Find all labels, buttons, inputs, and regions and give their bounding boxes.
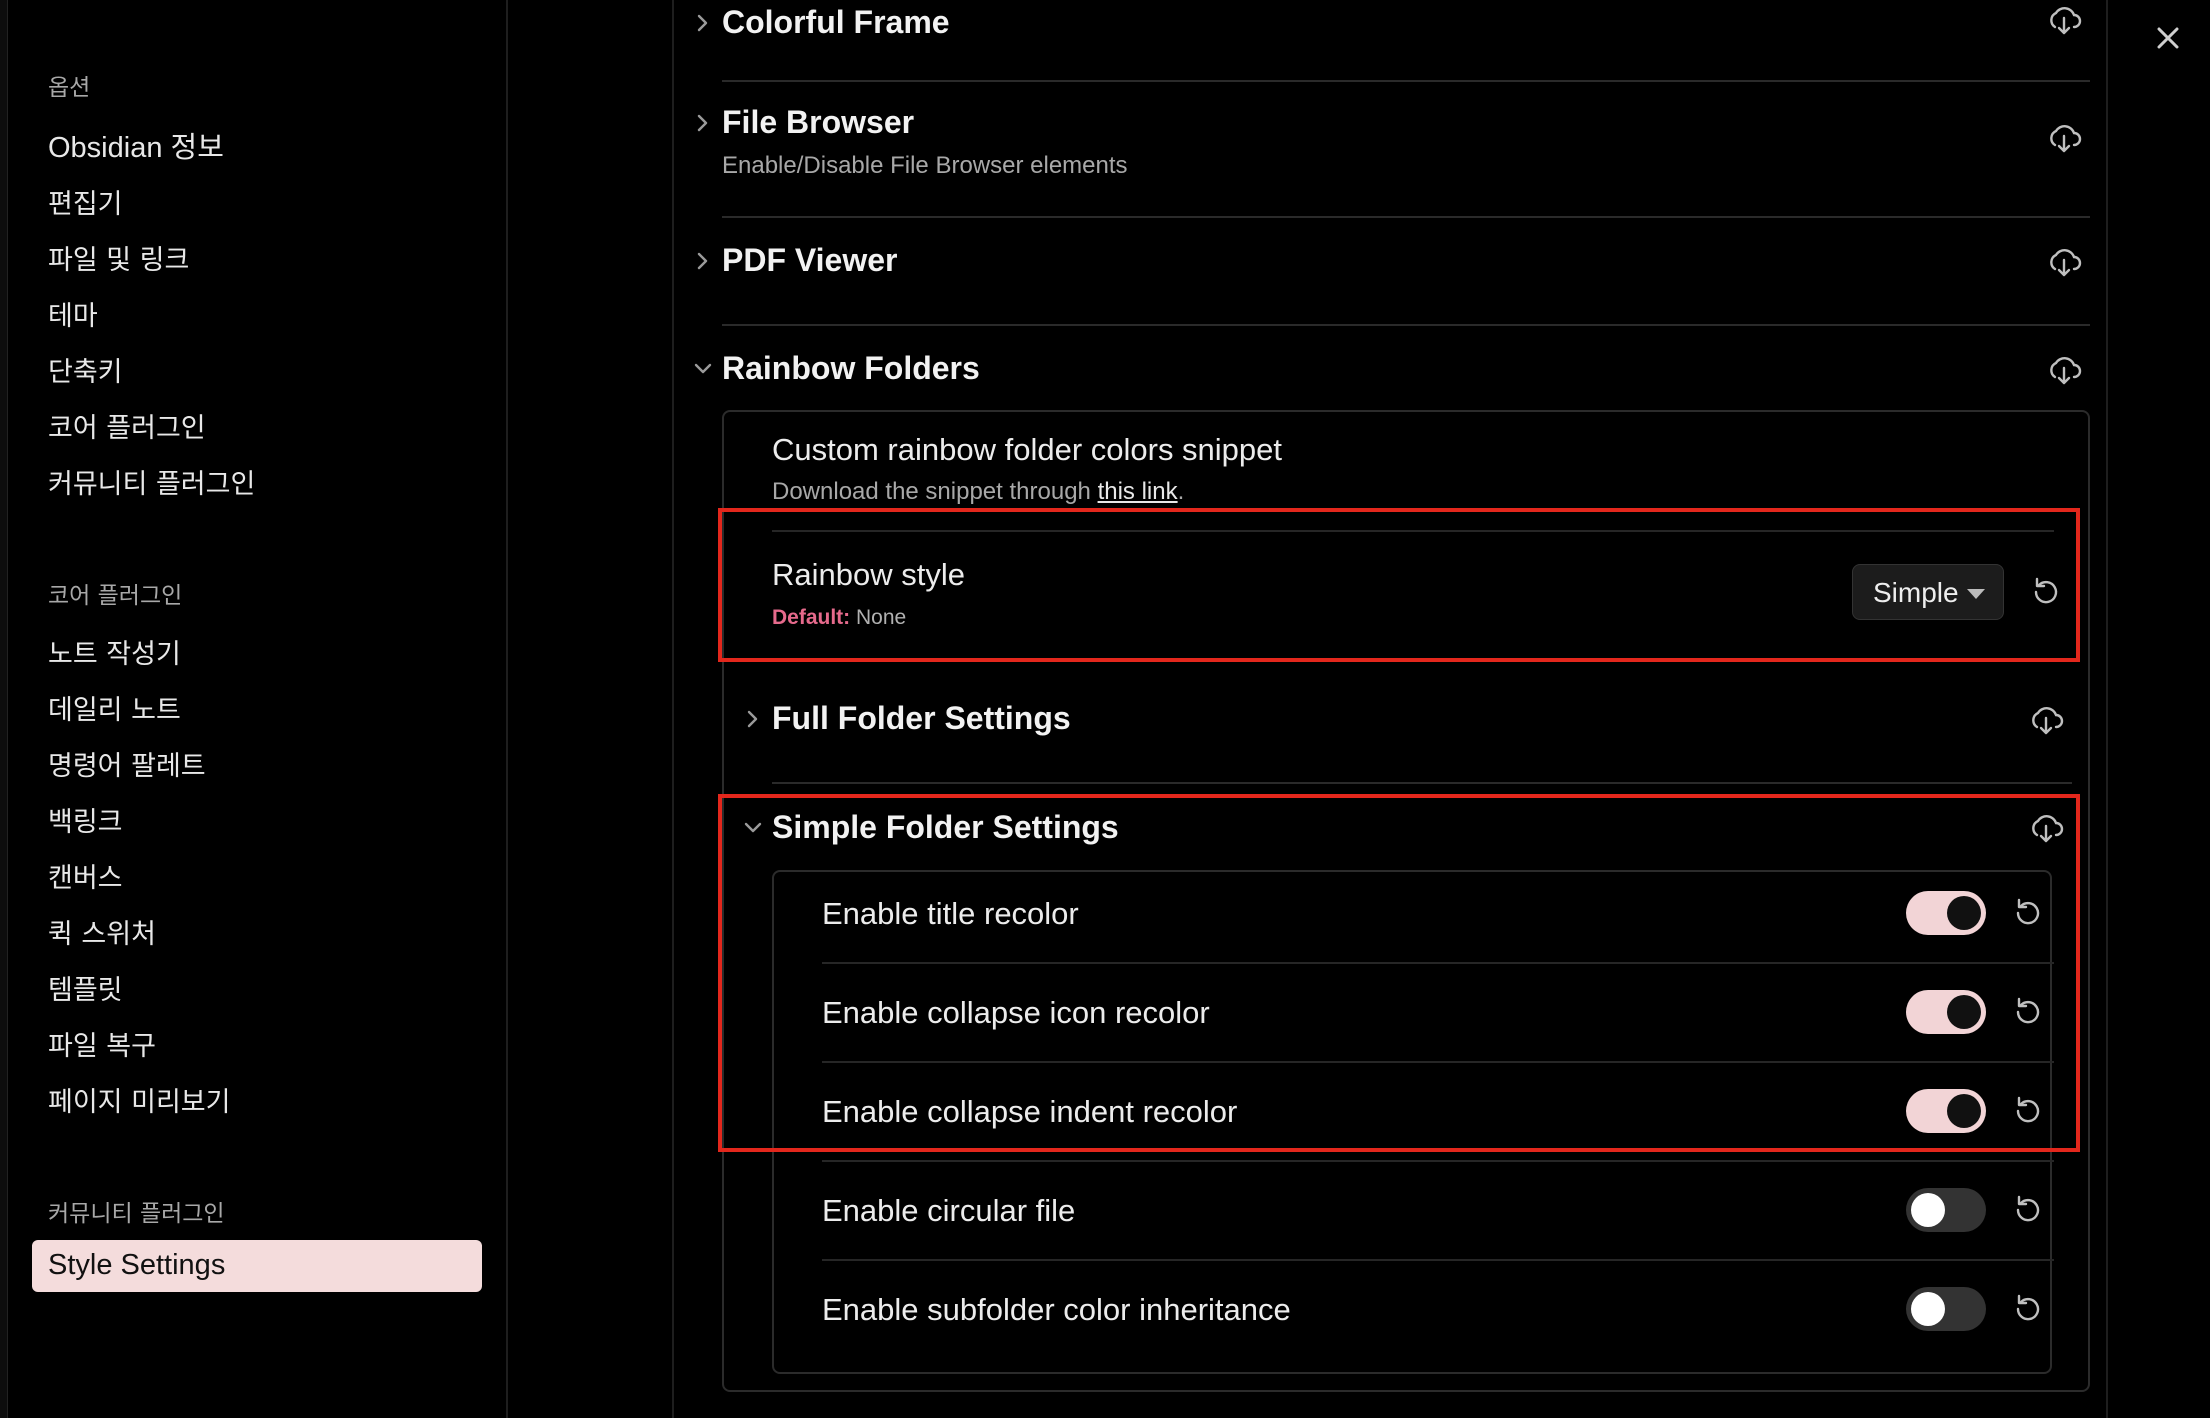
toggle-knob — [1911, 1193, 1945, 1227]
section-title: Rainbow Folders — [722, 350, 980, 386]
rainbow-style-select[interactable]: Simple — [1852, 564, 2004, 620]
section-divider — [722, 324, 2090, 326]
section-title: Simple Folder Settings — [772, 809, 1119, 845]
setting-circular-file: Enable circular file — [822, 1193, 1076, 1228]
setting-default: Default: None — [772, 606, 906, 630]
section-simple-folder-settings[interactable]: Simple Folder Settings — [740, 809, 2070, 875]
chevron-right-icon — [697, 252, 708, 270]
sidebar-item-community-plugins[interactable]: 커뮤니티 플러그인 — [48, 462, 255, 501]
section-colorful-frame[interactable]: Colorful Frame — [690, 4, 2090, 70]
sidebar-item-theme[interactable]: 테마 — [48, 294, 98, 333]
sidebar-item-hotkeys[interactable]: 단축키 — [48, 350, 123, 389]
cloud-download-icon[interactable] — [2026, 700, 2066, 740]
section-pdf-viewer[interactable]: PDF Viewer — [690, 242, 2090, 308]
cloud-download-icon[interactable] — [2044, 242, 2084, 282]
sidebar-item-file-recovery[interactable]: 파일 복구 — [48, 1024, 156, 1063]
sidebar-edge — [0, 0, 8, 1418]
setting-title-recolor: Enable title recolor — [822, 896, 1079, 931]
section-description: Enable/Disable File Browser elements — [722, 152, 1128, 179]
setting-snippet-description: Download the snippet through this link. — [772, 478, 1184, 506]
cloud-download-icon[interactable] — [2044, 0, 2084, 40]
reset-icon[interactable] — [2010, 1192, 2046, 1228]
row-divider — [822, 1160, 2054, 1162]
sidebar-item-canvas[interactable]: 캔버스 — [48, 856, 123, 895]
chevron-right-icon — [697, 114, 708, 132]
cloud-download-icon[interactable] — [2044, 350, 2084, 390]
toggle-knob — [1947, 995, 1981, 1029]
chevron-right-icon — [747, 710, 758, 728]
sidebar-item-daily-notes[interactable]: 데일리 노트 — [48, 688, 181, 727]
section-title: Colorful Frame — [722, 4, 950, 40]
collapse-indent-recolor-toggle[interactable] — [1906, 1089, 1986, 1133]
sidebar-item-backlinks[interactable]: 백링크 — [48, 800, 123, 839]
content-left-border — [672, 0, 674, 1418]
setting-collapse-icon-recolor: Enable collapse icon recolor — [822, 995, 1210, 1030]
sidebar-group-title-core-plugins: 코어 플러그인 — [48, 583, 183, 609]
snippet-link[interactable]: this link — [1098, 478, 1178, 505]
sidebar-item-note-composer[interactable]: 노트 작성기 — [48, 632, 181, 671]
reset-icon[interactable] — [2010, 895, 2046, 931]
setting-snippet-title: Custom rainbow folder colors snippet — [772, 432, 1283, 467]
sidebar-item-style-settings[interactable]: Style Settings — [32, 1240, 482, 1292]
default-value: None — [856, 606, 907, 629]
toggle-knob — [1947, 896, 1981, 930]
sidebar-item-core-plugins[interactable]: 코어 플러그인 — [48, 406, 206, 445]
close-icon[interactable] — [2150, 20, 2186, 56]
section-divider — [772, 782, 2072, 784]
reset-icon[interactable] — [2028, 574, 2064, 610]
sidebar-item-about[interactable]: Obsidian 정보 — [48, 124, 224, 166]
sidebar-item-quick-switcher[interactable]: 퀵 스위처 — [48, 912, 156, 951]
reset-icon[interactable] — [2010, 1291, 2046, 1327]
setting-collapse-indent-recolor: Enable collapse indent recolor — [822, 1094, 1238, 1129]
reset-icon[interactable] — [2010, 994, 2046, 1030]
sidebar-group-title-options: 옵션 — [48, 75, 91, 101]
setting-rainbow-style: Rainbow style — [772, 557, 965, 592]
collapse-icon-recolor-toggle[interactable] — [1906, 990, 1986, 1034]
row-divider — [822, 1259, 2054, 1261]
setting-subfolder-color-inheritance: Enable subfolder color inheritance — [822, 1292, 1291, 1327]
reset-icon[interactable] — [2010, 1093, 2046, 1129]
setting-divider — [772, 530, 2054, 532]
content-right-border — [2106, 0, 2108, 1418]
section-title: File Browser — [722, 104, 915, 140]
subfolder-color-inheritance-toggle[interactable] — [1906, 1287, 1986, 1331]
section-file-browser[interactable]: File Browser Enable/Disable File Browser… — [690, 104, 2090, 179]
section-full-folder-settings[interactable]: Full Folder Settings — [740, 700, 2070, 766]
sidebar-item-files-links[interactable]: 파일 및 링크 — [48, 238, 189, 277]
row-divider — [822, 1061, 2054, 1063]
chevron-right-icon — [697, 14, 708, 32]
cloud-download-icon[interactable] — [2044, 118, 2084, 158]
description-suffix: . — [1177, 478, 1185, 505]
sidebar-item-templates[interactable]: 템플릿 — [48, 968, 123, 1007]
sidebar-item-page-preview[interactable]: 페이지 미리보기 — [48, 1080, 230, 1119]
row-divider — [822, 962, 2054, 964]
circular-file-toggle[interactable] — [1906, 1188, 1986, 1232]
description-text: Download the snippet through — [772, 478, 1098, 505]
section-title: PDF Viewer — [722, 242, 898, 278]
chevron-down-icon — [694, 363, 712, 374]
sidebar-item-command-palette[interactable]: 명령어 팔레트 — [48, 744, 206, 783]
select-value: Simple — [1873, 577, 1959, 608]
toggle-knob — [1947, 1094, 1981, 1128]
cloud-download-icon[interactable] — [2026, 808, 2066, 848]
caret-down-icon — [1967, 589, 1985, 599]
section-divider — [722, 80, 2090, 82]
chevron-down-icon — [744, 822, 762, 833]
toggle-knob — [1911, 1292, 1945, 1326]
title-recolor-toggle[interactable] — [1906, 891, 1986, 935]
section-rainbow-folders[interactable]: Rainbow Folders — [690, 350, 2090, 416]
sidebar-item-editor[interactable]: 편집기 — [48, 182, 123, 221]
default-label: Default: — [772, 606, 851, 629]
sidebar-item-label: Style Settings — [48, 1249, 226, 1281]
settings-sidebar: 옵션 Obsidian 정보 편집기 파일 및 링크 테마 단축키 코어 플러그… — [0, 0, 508, 1418]
section-divider — [722, 216, 2090, 218]
section-title: Full Folder Settings — [772, 700, 1071, 736]
sidebar-group-title-community-plugins: 커뮤니티 플러그인 — [48, 1201, 225, 1227]
